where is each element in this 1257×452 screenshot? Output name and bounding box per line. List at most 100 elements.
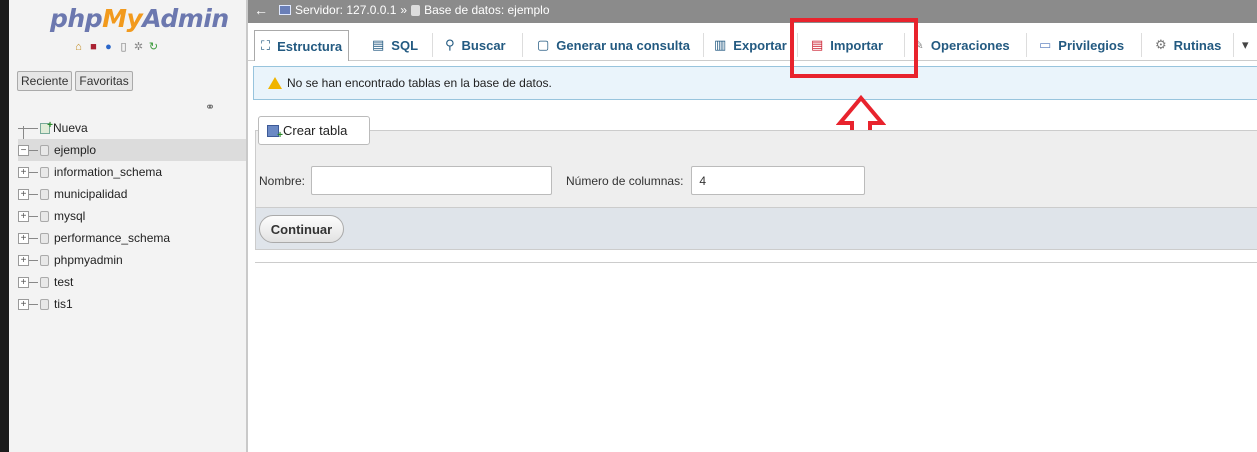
tab-label: Generar una consulta [556,37,690,53]
expand-icon[interactable]: + [18,254,29,266]
warning-icon [268,77,282,89]
database-icon [40,276,49,288]
tree-item-label: performance_schema [54,231,171,245]
tab-label: Operaciones [930,37,1010,53]
expand-icon[interactable]: + [18,298,29,310]
menu-separator [1026,33,1027,57]
database-tree: Nueva − ejemplo + information_schema + m… [18,115,246,315]
tab-operations[interactable]: ✎ Operaciones [913,31,1010,59]
tab-label: Rutinas [1173,37,1222,53]
docs-icon[interactable]: ▯ [117,41,130,54]
query-icon: ▢ [537,37,550,52]
breadcrumb-server[interactable]: Servidor: 127.0.0.1 [295,3,396,17]
tree-item-municipalidad[interactable]: + municipalidad [18,183,246,205]
tab-label: Exportar [733,37,787,53]
columns-label: Número de columnas: [566,173,684,188]
tree-item-test[interactable]: + test [18,271,246,293]
exit-icon[interactable]: ■ [87,41,100,54]
tree-item-label: mysql [54,209,86,223]
tree-item-label: municipalidad [54,187,128,201]
tab-search[interactable]: ⚲ Buscar [445,31,506,59]
tree-item-label: information_schema [54,165,163,179]
tree-item-ejemplo[interactable]: − ejemplo [18,139,246,161]
tab-routines[interactable]: ⚙ Rutinas [1155,31,1221,59]
tree-item-new[interactable]: Nueva [18,115,246,139]
navigation-resizer[interactable] [246,0,248,452]
create-table-title: Crear tabla [283,123,348,138]
sql-icon: ▤ [372,37,385,52]
more-menu-button[interactable]: ▾ [1242,31,1249,59]
tree-item-label: phpmyadmin [54,253,123,267]
form-footer [255,208,1257,250]
collapse-icon[interactable]: − [18,144,29,156]
tab-label: Privilegios [1058,37,1125,53]
breadcrumb-database[interactable]: Base de datos: ejemplo [424,3,549,17]
tree-connector [29,259,38,261]
settings-icon[interactable]: ✲ [132,41,145,54]
tree-item-label: ejemplo [54,143,97,157]
expand-icon[interactable]: + [18,210,29,222]
expand-icon[interactable]: + [18,188,29,200]
database-icon [411,4,421,16]
expand-icon[interactable]: + [18,232,29,244]
help-icon[interactable]: ● [102,41,115,54]
no-tables-notice: No se han encontrado tablas en la base d… [253,66,1257,100]
columns-count-input[interactable] [691,166,866,195]
tree-connector [29,193,38,195]
nav-icon-bar: ⌂ ■ ● ▯ ✲ ↻ [72,41,160,54]
tree-connector [29,171,38,173]
privileges-icon: ▭ [1039,37,1052,52]
name-label: Nombre: [259,173,306,188]
continue-button[interactable]: Continuar [259,215,344,243]
database-icon [40,298,49,310]
main-menu: ⛶ Estructura ▤ SQL ⚲ Buscar ▢ Generar un… [248,23,1257,61]
tree-item-mysql[interactable]: + mysql [18,205,246,227]
tree-item-information-schema[interactable]: + information_schema [18,161,246,183]
phpmyadmin-logo[interactable]: phpMyAdmin [50,4,229,33]
expand-icon[interactable]: + [18,166,29,178]
database-icon [40,144,49,156]
tab-structure[interactable]: ⛶ Estructura [254,30,350,61]
back-arrow-icon[interactable]: ← [254,2,268,18]
tab-export[interactable]: ▥ Exportar [714,31,787,59]
link-icon[interactable]: ⚭ [205,100,215,114]
tree-connector [29,149,38,151]
breadcrumb-bar: ← Servidor: 127.0.0.1 » Base de datos: e… [248,0,1257,23]
breadcrumb-separator: » [400,3,408,17]
menu-separator [432,33,433,57]
database-icon [40,254,49,266]
tree-connector [29,303,38,305]
tree-item-performance-schema[interactable]: + performance_schema [18,227,246,249]
menu-separator [522,33,523,57]
tree-item-label: tis1 [54,297,73,311]
export-icon: ▥ [714,37,727,52]
tab-favorites[interactable]: Favoritas [75,71,133,91]
import-highlight-box [790,18,918,78]
tab-query[interactable]: ▢ Generar una consulta [537,31,690,59]
nav-tabs: Reciente Favoritas [17,71,133,91]
divider [255,262,1257,263]
window-edge [0,0,9,452]
breadcrumb: Servidor: 127.0.0.1 » Base de datos: eje… [279,3,550,17]
create-table-form: Nombre: Número de columnas: [259,166,866,195]
tree-connector [29,215,38,217]
tree-item-label: test [54,275,74,289]
tab-sql[interactable]: ▤ SQL [372,31,418,59]
tree-item-tis1[interactable]: + tis1 [18,293,246,315]
search-icon: ⚲ [445,37,455,52]
reload-icon[interactable]: ↻ [147,41,160,54]
home-icon[interactable]: ⌂ [72,41,85,54]
database-icon [40,188,49,200]
expand-icon[interactable]: + [18,276,29,288]
server-icon [279,5,291,15]
structure-icon: ⛶ [261,38,271,53]
tree-connector [18,127,38,129]
tab-label: SQL [391,37,419,53]
table-name-input[interactable] [311,166,553,195]
menu-separator [1233,33,1234,57]
tree-item-phpmyadmin[interactable]: + phpmyadmin [18,249,246,271]
tab-privileges[interactable]: ▭ Privilegios [1039,31,1124,59]
menu-separator [703,33,704,57]
database-icon [40,232,49,244]
tab-recent[interactable]: Reciente [17,71,73,91]
